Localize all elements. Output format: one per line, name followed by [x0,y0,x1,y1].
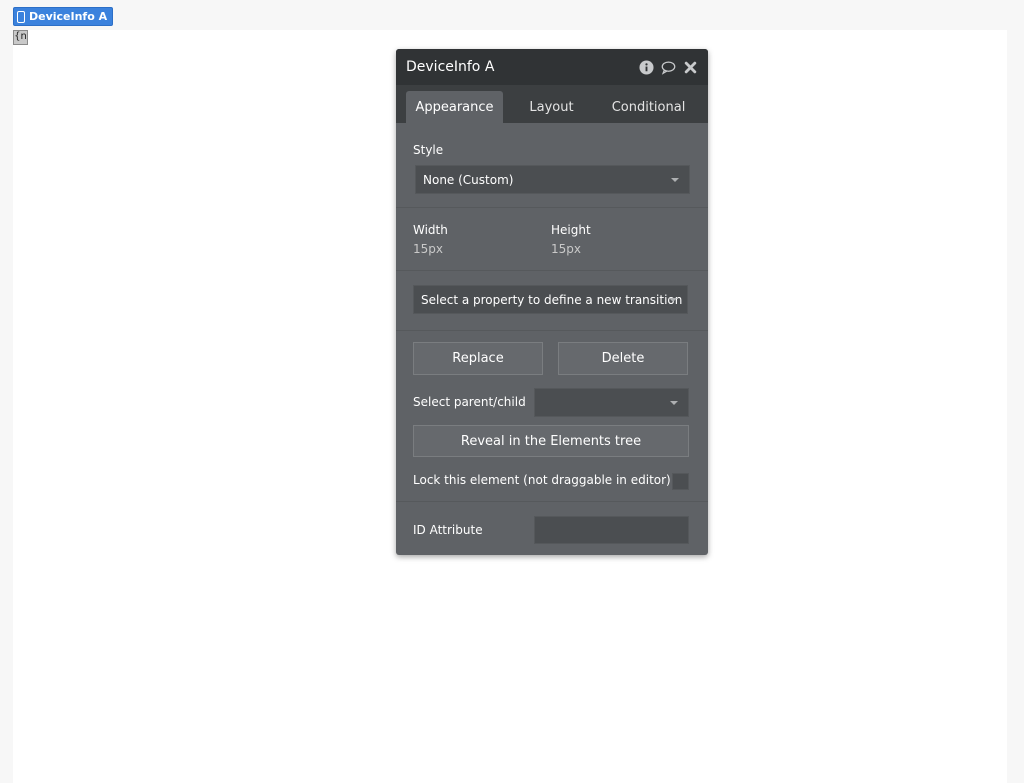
style-dropdown[interactable]: None (Custom) [415,165,690,194]
replace-button[interactable]: Replace [413,342,543,375]
device-info-element[interactable]: {n [13,30,28,45]
parent-child-dropdown[interactable] [534,388,689,417]
tab-layout[interactable]: Layout [503,91,600,123]
height-value: 15px [551,242,581,256]
tab-bar: Appearance Layout Conditional [396,85,708,123]
id-attribute-section: ID Attribute [396,502,708,555]
delete-button-label: Delete [601,351,645,366]
phone-icon [17,10,25,23]
delete-button[interactable]: Delete [558,342,688,375]
id-attribute-input[interactable] [534,516,689,544]
lock-element-checkbox[interactable] [672,473,689,490]
panel-title: DeviceInfo A [406,59,495,75]
tab-conditional-label: Conditional [611,99,686,115]
tab-appearance-label: Appearance [415,99,494,115]
chevron-down-icon [669,297,677,302]
comment-icon[interactable] [661,60,676,75]
style-dropdown-value: None (Custom) [423,172,514,187]
style-section: Style None (Custom) [396,123,708,208]
transition-section: Select a property to define a new transi… [396,271,708,331]
transition-dropdown[interactable]: Select a property to define a new transi… [413,285,688,314]
info-icon[interactable] [639,59,654,75]
transition-placeholder: Select a property to define a new transi… [421,292,683,307]
element-tag[interactable]: DeviceInfo A [13,7,114,26]
width-label: Width [413,223,448,237]
replace-button-label: Replace [452,351,504,366]
lock-element-label: Lock this element (not draggable in edit… [413,473,671,487]
id-attribute-label: ID Attribute [413,523,483,537]
tab-layout-label: Layout [529,99,574,115]
chevron-down-icon [670,400,678,405]
property-editor-panel: DeviceInfo A Appearance Layout Condition… [396,49,708,555]
panel-header[interactable]: DeviceInfo A [396,49,708,85]
reveal-elements-tree-button[interactable]: Reveal in the Elements tree [413,425,689,457]
tab-conditional[interactable]: Conditional [600,91,697,123]
tab-appearance[interactable]: Appearance [406,91,503,123]
element-tag-label: DeviceInfo A [29,10,108,23]
header-icons [639,59,698,75]
dimensions-section: Width 15px Height 15px [396,208,708,271]
height-label: Height [551,223,591,237]
chevron-down-icon [671,177,679,182]
reveal-button-label: Reveal in the Elements tree [460,433,642,449]
device-element-glyph: {n [14,31,27,42]
width-value: 15px [413,242,443,256]
actions-section: Replace Delete Select parent/child Revea… [396,331,708,502]
style-label: Style [413,143,444,157]
close-icon[interactable] [683,60,698,75]
parent-child-label: Select parent/child [413,395,526,409]
